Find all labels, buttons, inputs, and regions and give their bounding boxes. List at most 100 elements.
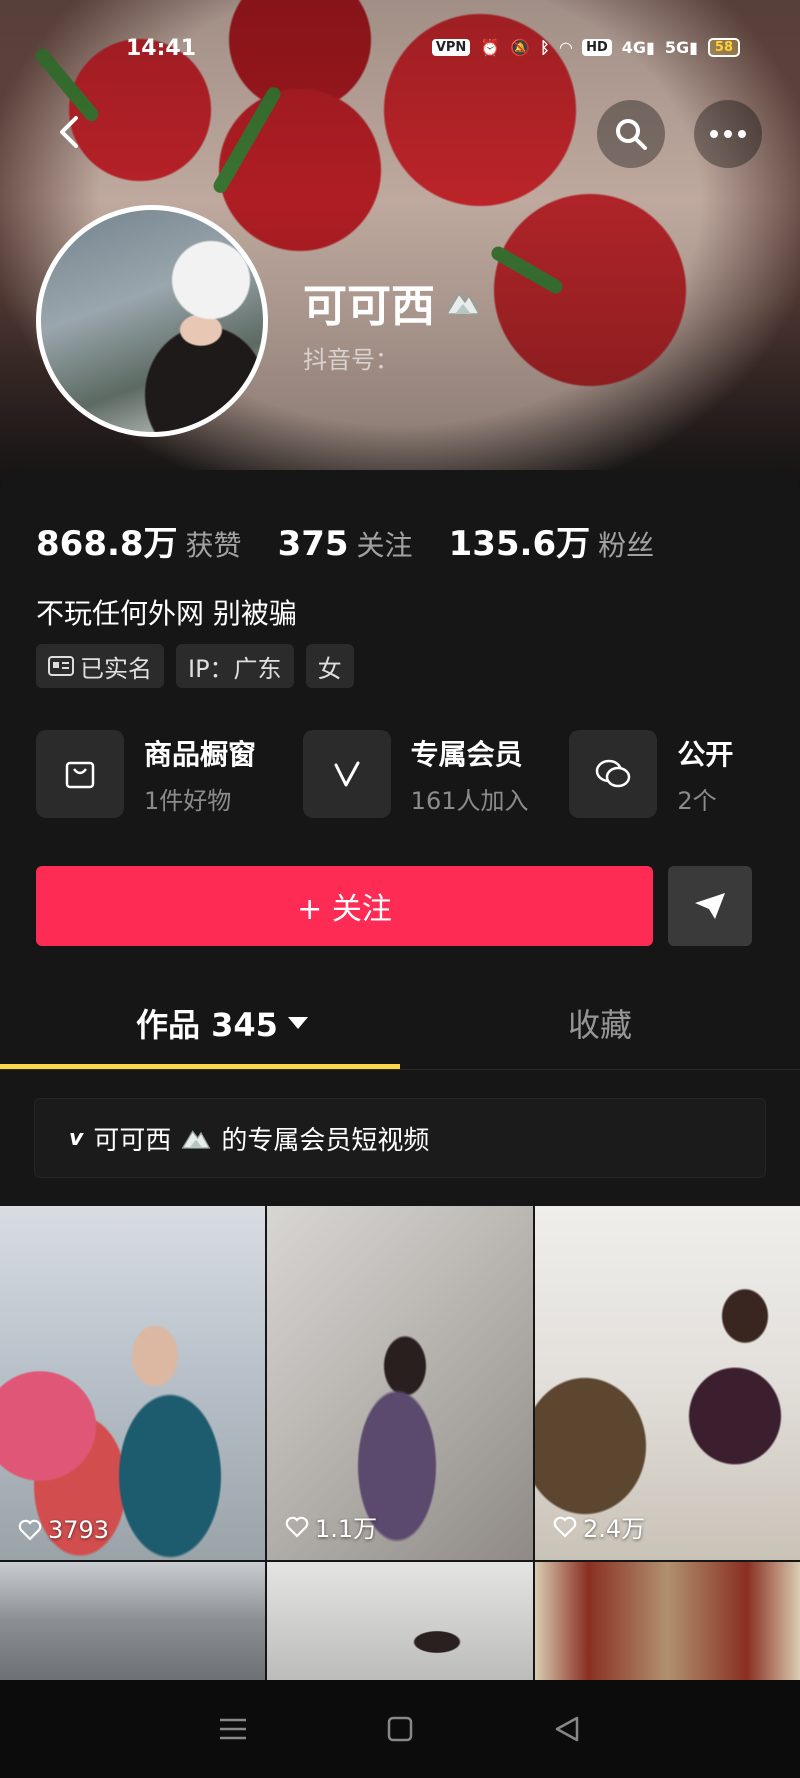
heart-outline-icon — [553, 1516, 577, 1538]
feature-member-title: 专属会员 — [410, 737, 523, 771]
id-card-icon — [48, 656, 74, 676]
video-likes-count: 1.1万 — [315, 1515, 378, 1543]
video-thumbnail[interactable]: 3793 — [0, 1206, 265, 1560]
video-likes: 1.1万 — [285, 1509, 377, 1544]
status-time: 14:41 — [126, 36, 197, 61]
vpn-badge: VPN — [431, 39, 471, 56]
member-banner-name: 可可西 — [93, 1125, 172, 1156]
tag-verified-label: 已实名 — [80, 654, 152, 683]
more-dots-icon — [710, 130, 746, 138]
video-thumbnail[interactable] — [535, 1562, 800, 1680]
status-icons: VPN ⏰ 🔕 ᛒ ◠ HD 4G▮ 5G▮ 58 — [431, 38, 740, 57]
stat-following-label[interactable]: 关注 — [357, 524, 413, 564]
heart-outline-icon — [285, 1516, 309, 1538]
net1-label: 4G — [621, 38, 647, 57]
feature-group-subtitle: 2个 — [677, 786, 717, 815]
video-likes: 3793 — [18, 1516, 109, 1544]
banner-leaf — [210, 84, 284, 196]
tab-collect[interactable]: 收藏 — [568, 1000, 632, 1046]
nickname-text: 可可西 — [303, 281, 435, 332]
tab-works[interactable]: 作品 345 — [136, 1000, 308, 1046]
feature-group-text: 公开 2个 — [677, 733, 733, 816]
feature-member-text: 专属会员 161人加入 — [411, 733, 529, 816]
more-button[interactable] — [694, 100, 762, 168]
shopping-bag-icon — [65, 761, 95, 789]
member-v-icon: v — [69, 1125, 84, 1151]
bluetooth-icon: ᛒ — [540, 38, 550, 57]
follow-button-label: + 关注 — [297, 892, 392, 927]
feature-row: 商品橱窗 1件好物 专属会员 161人加入 公开 2个 — [36, 730, 800, 818]
video-likes-count: 2.4万 — [583, 1515, 646, 1543]
signal-5g-icon: 5G▮ — [664, 38, 698, 57]
feature-group-chat[interactable]: 公开 2个 — [569, 730, 800, 818]
net2-label: 5G — [664, 38, 690, 57]
battery-icon: 58 — [707, 38, 740, 57]
tab-works-label: 作品 345 — [136, 1006, 278, 1044]
stats-row: 868.8万 获赞 375 关注 135.6万 粉丝 — [36, 516, 690, 565]
tag-ip-label: IP：广东 — [188, 654, 282, 683]
send-icon — [695, 893, 725, 919]
profile-tags: 已实名 IP：广东 女 — [36, 644, 354, 688]
feature-shop-title: 商品橱窗 — [144, 737, 257, 771]
tag-gender: 女 — [305, 644, 354, 688]
signal-4g-icon: 4G▮ — [621, 38, 655, 57]
triangle-back-icon — [555, 1716, 578, 1742]
heart-outline-icon — [18, 1519, 42, 1541]
video-thumbnail[interactable] — [267, 1562, 533, 1680]
video-likes-count: 3793 — [48, 1516, 110, 1544]
alarm-icon: ⏰ — [480, 38, 501, 57]
tag-ip: IP：广东 — [176, 644, 294, 688]
menu-icon — [220, 1718, 247, 1740]
video-thumbnail[interactable]: 2.4万 — [535, 1206, 800, 1560]
profile-card: 868.8万 获赞 375 关注 135.6万 粉丝 不玩任何外网 别被骗 已实… — [0, 470, 800, 1680]
feature-shop-subtitle: 1件好物 — [144, 786, 232, 815]
stat-followers-label[interactable]: 粉丝 — [598, 524, 654, 564]
feature-membership[interactable]: 专属会员 161人加入 — [302, 730, 570, 818]
profile-bio: 不玩任何外网 别被骗 — [36, 597, 297, 630]
back-button[interactable] — [50, 112, 90, 152]
feature-shop-icon-box — [36, 730, 124, 818]
v-member-icon — [334, 761, 360, 787]
wifi-icon: ◠ — [559, 38, 573, 57]
search-icon — [616, 119, 647, 150]
mute-icon: 🔕 — [510, 38, 531, 57]
tab-collect-label: 收藏 — [568, 1006, 633, 1044]
video-likes: 2.4万 — [553, 1509, 645, 1544]
video-thumbnail[interactable] — [0, 1562, 265, 1680]
status-bar: 14:41 VPN ⏰ 🔕 ᛒ ◠ HD 4G▮ 5G▮ 58 — [0, 36, 800, 66]
tag-verified: 已实名 — [36, 644, 164, 688]
tag-gender-label: 女 — [317, 654, 342, 683]
hd-badge: HD — [582, 39, 612, 56]
caret-down-icon — [287, 1017, 308, 1029]
square-home-icon — [387, 1716, 413, 1742]
mountain-icon — [445, 292, 481, 315]
stat-likes-label[interactable]: 获赞 — [186, 524, 242, 564]
content-tabs: 作品 345 收藏 — [0, 970, 800, 1070]
video-thumbnail[interactable]: 1.1万 — [267, 1206, 533, 1560]
feature-shop-window[interactable]: 商品橱窗 1件好物 — [36, 730, 303, 818]
feature-shop-text: 商品橱窗 1件好物 — [144, 733, 256, 816]
feature-member-icon-box — [302, 730, 391, 818]
banner-leaf — [488, 243, 566, 297]
feature-group-icon-box — [569, 730, 658, 818]
stat-following-value[interactable]: 375 — [278, 524, 349, 564]
feature-member-subtitle: 161人加入 — [410, 786, 529, 815]
share-button[interactable] — [668, 866, 752, 946]
search-button[interactable] — [597, 100, 665, 168]
nav-back-button[interactable] — [547, 1709, 587, 1749]
avatar[interactable] — [36, 205, 268, 437]
chat-group-icon — [596, 759, 631, 788]
nav-menu-button[interactable] — [213, 1709, 253, 1749]
system-nav-bar — [0, 1680, 800, 1778]
stat-likes-value[interactable]: 868.8万 — [36, 516, 178, 565]
follow-button[interactable]: + 关注 — [36, 866, 653, 946]
member-banner-suffix: 的专属会员短视频 — [221, 1125, 430, 1156]
douyin-id: 抖音号： — [303, 346, 399, 374]
nav-home-button[interactable] — [380, 1709, 420, 1749]
member-videos-banner[interactable]: v 可可西 的专属会员短视频 — [34, 1098, 766, 1178]
chevron-left-icon — [60, 116, 78, 148]
tab-active-underline — [0, 1064, 400, 1069]
video-grid: 3793 1.1万 2.4万 — [0, 1206, 800, 1680]
feature-group-title: 公开 — [677, 737, 734, 771]
stat-followers-value[interactable]: 135.6万 — [449, 516, 591, 565]
